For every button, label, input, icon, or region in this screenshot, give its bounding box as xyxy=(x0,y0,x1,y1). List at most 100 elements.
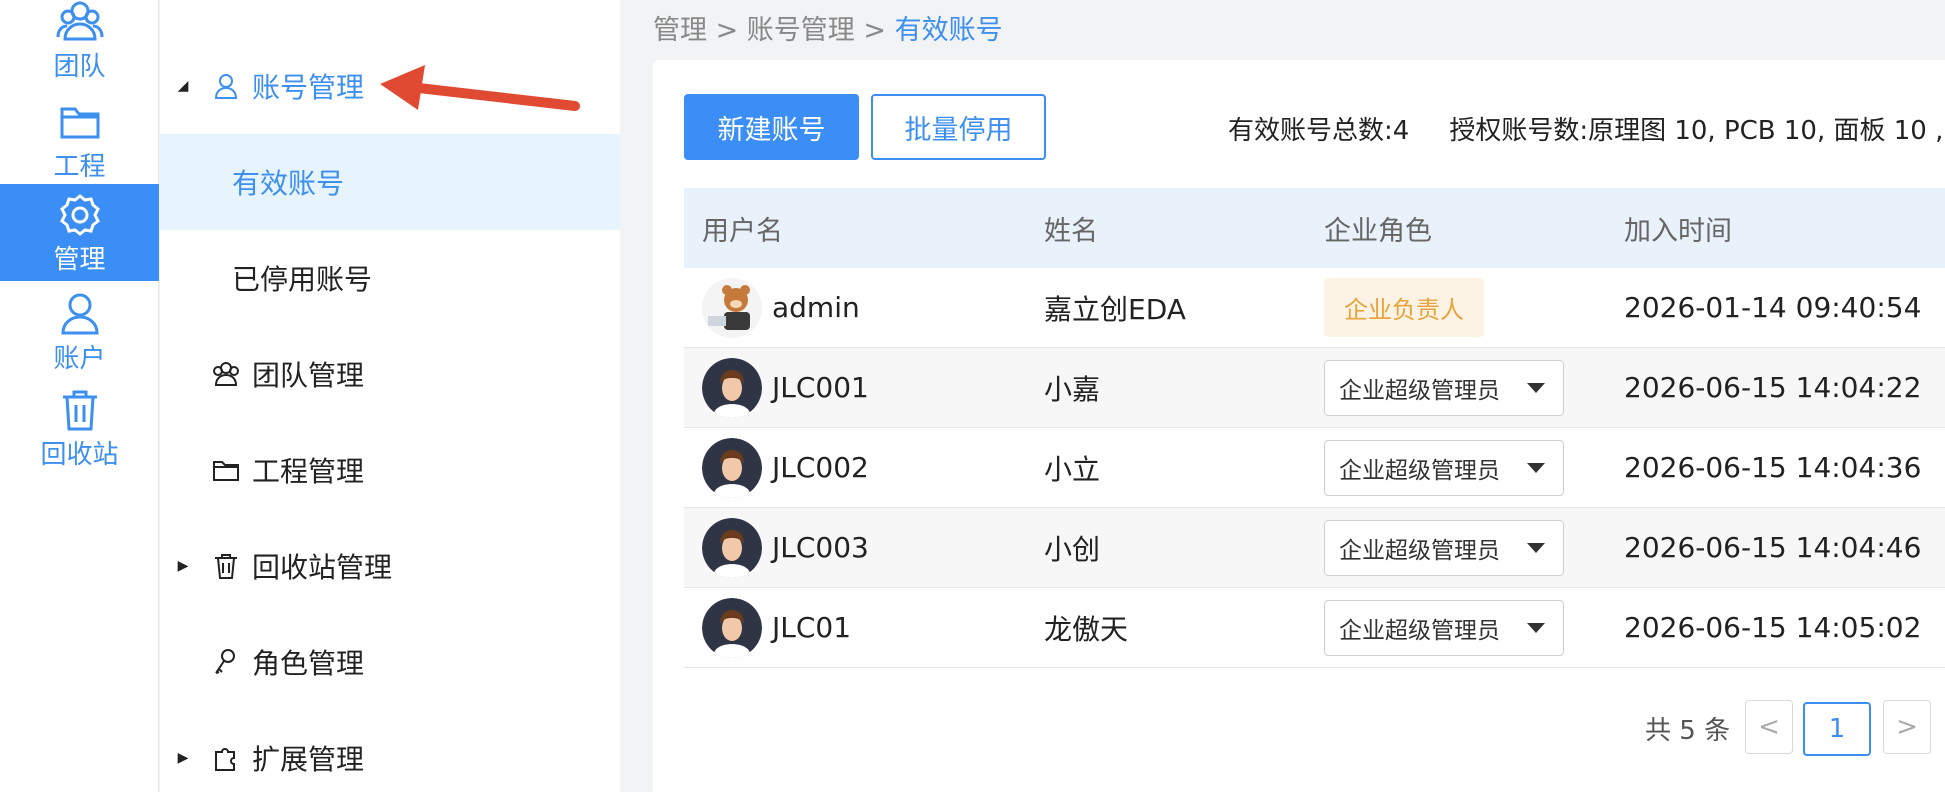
dropdown-arrow-icon xyxy=(1527,622,1545,633)
joined-time: 2026-06-15 14:04:36 xyxy=(1624,451,1922,484)
team-icon xyxy=(213,362,239,386)
role-select[interactable]: 企业超级管理员 xyxy=(1324,359,1564,416)
username: JLC001 xyxy=(772,371,869,404)
display-name: 嘉立创EDA xyxy=(1044,292,1186,326)
dropdown-arrow-icon xyxy=(1527,382,1545,393)
menu-label-team-mgmt: 团队管理 xyxy=(252,359,365,392)
breadcrumb-root[interactable]: 管理 xyxy=(653,15,707,46)
new-account-button[interactable]: 新建账号 xyxy=(684,94,859,160)
username: JLC003 xyxy=(772,531,869,564)
rail-item-manage[interactable]: 管理 xyxy=(0,184,159,281)
menu-label-extension-mgmt: 扩展管理 xyxy=(252,743,365,776)
menu-label-account-mgmt: 账号管理 xyxy=(252,71,365,104)
dropdown-arrow-icon xyxy=(1527,462,1545,473)
user-icon xyxy=(214,74,238,99)
menu-item-team-mgmt[interactable]: 团队管理 xyxy=(160,326,620,422)
avatar xyxy=(702,277,762,338)
icon-rail: 团队 工程 管理 账户 回收站 xyxy=(0,0,159,792)
table-row[interactable]: JLC001 小嘉 企业超级管理员 2026-06-15 14:04:22 xyxy=(684,348,1945,428)
role-select[interactable]: 企业超级管理员 xyxy=(1324,599,1564,656)
menu-item-project-mgmt[interactable]: 工程管理 xyxy=(160,422,620,518)
menu-label-active-accounts: 有效账号 xyxy=(232,167,345,200)
pagination: 共 5 条 < 1 > xyxy=(653,700,1945,756)
account-stats: 有效账号总数:4 授权账号数:原理图 10, PCB 10, 面板 10 , xyxy=(1228,110,1943,147)
username: JLC002 xyxy=(772,451,869,484)
menu-item-active-accounts[interactable]: 有效账号 xyxy=(160,134,620,230)
menu-label-role-mgmt: 角色管理 xyxy=(252,647,365,680)
rail-item-recycle[interactable]: 回收站 xyxy=(0,368,159,488)
dropdown-arrow-icon xyxy=(1527,542,1545,553)
menu-item-account-mgmt[interactable]: ◢ 账号管理 xyxy=(160,38,620,134)
trash-icon xyxy=(62,390,97,431)
current-page-button[interactable]: 1 xyxy=(1803,702,1871,756)
table-row[interactable]: JLC002 小立 企业超级管理员 2026-06-15 14:04:36 xyxy=(684,428,1945,508)
menu-item-extension-mgmt[interactable]: ▶ 扩展管理 xyxy=(160,710,620,792)
content-panel: 新建账号 批量停用 有效账号总数:4 授权账号数:原理图 10, PCB 10, … xyxy=(653,60,1945,792)
avatar xyxy=(702,357,762,418)
menu-label-recycle-mgmt: 回收站管理 xyxy=(252,551,393,584)
trash-icon xyxy=(215,554,237,579)
breadcrumb-current: 有效账号 xyxy=(894,15,1003,46)
user-icon xyxy=(60,293,99,335)
display-name: 龙傲天 xyxy=(1044,612,1129,646)
rail-label-manage: 管理 xyxy=(53,244,106,275)
total-accounts-label: 有效账号总数:4 xyxy=(1228,116,1410,146)
menu-item-recycle-mgmt[interactable]: ▶ 回收站管理 xyxy=(160,518,620,614)
breadcrumb: 管理 > 账号管理 > 有效账号 xyxy=(653,8,1003,47)
column-header-username: 用户名 xyxy=(702,215,783,247)
breadcrumb-sep: > xyxy=(854,15,895,46)
table-row[interactable]: JLC01 龙傲天 企业超级管理员 2026-06-15 14:05:02 xyxy=(684,588,1945,668)
folder-icon xyxy=(60,107,99,139)
folder-icon xyxy=(213,461,239,481)
joined-time: 2026-06-15 14:05:02 xyxy=(1624,611,1922,644)
role-select-value: 企业超级管理员 xyxy=(1339,617,1500,644)
joined-time: 2026-01-14 09:40:54 xyxy=(1624,291,1922,324)
display-name: 小嘉 xyxy=(1044,372,1101,406)
menu-item-role-mgmt[interactable]: 角色管理 xyxy=(160,614,620,710)
secondary-menu: ◢ 账号管理 有效账号 已停用账号 团队管理 工程管理 ▶ 回收站管理 角色管理 xyxy=(160,0,780,792)
next-page-button[interactable]: > xyxy=(1883,700,1931,754)
menu-label-project-mgmt: 工程管理 xyxy=(252,455,365,488)
role-select-value: 企业超级管理员 xyxy=(1339,537,1500,564)
app-window: 团队 工程 管理 账户 回收站 ◢ 账号管理 有效账号 已停用账号 团队管理 工… xyxy=(0,0,1945,792)
batch-disable-button[interactable]: 批量停用 xyxy=(871,94,1046,160)
rail-label-recycle: 回收站 xyxy=(40,440,119,470)
role-select-value: 企业超级管理员 xyxy=(1339,457,1500,484)
column-header-role: 企业角色 xyxy=(1324,215,1432,247)
table-header: 用户名 姓名 企业角色 加入时间 xyxy=(684,188,1945,268)
username: JLC01 xyxy=(772,611,852,644)
username: admin xyxy=(772,291,860,324)
license-count-label: 授权账号数:原理图 10, PCB 10, 面板 10 , xyxy=(1449,116,1944,146)
table-row[interactable]: JLC003 小创 企业超级管理员 2026-06-15 14:04:46 xyxy=(684,508,1945,588)
key-user-icon xyxy=(215,649,235,674)
table-row[interactable]: admin 嘉立创EDA 企业负责人 2026-01-14 09:40:54 xyxy=(684,268,1945,348)
menu-item-disabled-accounts[interactable]: 已停用账号 xyxy=(160,230,620,326)
role-select-value: 企业超级管理员 xyxy=(1339,377,1500,404)
puzzle-icon xyxy=(215,748,235,771)
column-header-name: 姓名 xyxy=(1044,215,1098,247)
owner-role-badge: 企业负责人 xyxy=(1324,278,1484,337)
role-select[interactable]: 企业超级管理员 xyxy=(1324,439,1564,496)
caret-right-icon: ▶ xyxy=(177,558,189,574)
joined-time: 2026-06-15 14:04:22 xyxy=(1624,371,1922,404)
rail-label-team: 团队 xyxy=(53,52,106,82)
rail-label-project: 工程 xyxy=(53,152,106,182)
display-name: 小创 xyxy=(1044,532,1101,566)
caret-down-icon: ◢ xyxy=(177,78,189,94)
joined-time: 2026-06-15 14:04:46 xyxy=(1624,531,1922,564)
team-icon xyxy=(56,1,103,41)
breadcrumb-sep: > xyxy=(707,15,747,46)
gear-icon xyxy=(59,193,100,236)
avatar xyxy=(702,517,762,578)
role-select[interactable]: 企业超级管理员 xyxy=(1324,519,1564,576)
prev-page-button[interactable]: < xyxy=(1745,700,1793,754)
accounts-table: 用户名 姓名 企业角色 加入时间 admin 嘉立创EDA 企业负责人 2026… xyxy=(684,188,1945,668)
caret-right-icon: ▶ xyxy=(177,750,189,766)
display-name: 小立 xyxy=(1044,452,1101,486)
avatar xyxy=(702,597,762,658)
pagination-total: 共 5 条 xyxy=(1645,716,1731,746)
rail-item-project[interactable]: 工程 xyxy=(0,80,159,200)
menu-label-disabled-accounts: 已停用账号 xyxy=(232,263,373,296)
column-header-joined: 加入时间 xyxy=(1624,215,1732,247)
breadcrumb-mid[interactable]: 账号管理 xyxy=(747,15,855,46)
